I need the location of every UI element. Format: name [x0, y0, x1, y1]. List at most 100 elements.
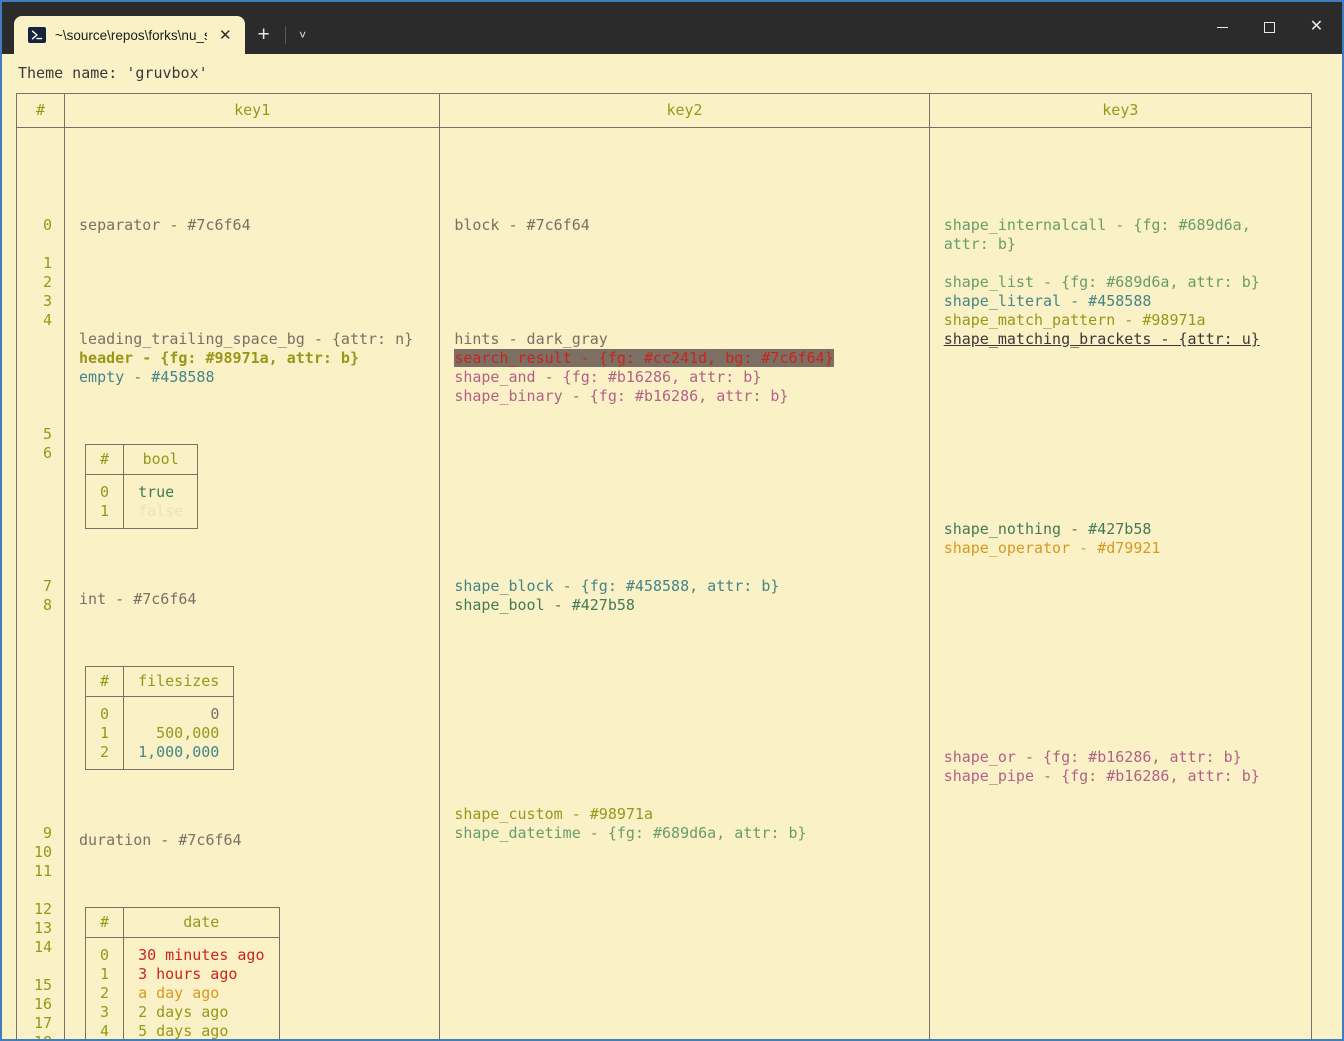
new-tab-button[interactable]: + [245, 16, 283, 54]
subtable-value: 0 [123, 704, 234, 724]
subtable-row: 1 false [86, 501, 198, 521]
row-number-gap [17, 235, 52, 254]
subtable-value: true [123, 482, 198, 502]
theme-entry-line: shape_block - {fg: #458588, attr: b} [454, 577, 780, 595]
subtable-value: a day ago [123, 983, 279, 1003]
subtable-index: 4 [100, 1021, 110, 1040]
row-number: 4 [43, 311, 53, 329]
subtable-index: 0 [100, 482, 110, 501]
window-controls: ✕ [1199, 4, 1340, 50]
subtable-pad [86, 520, 198, 529]
theme-table: # key1 key2 key3 0 1 2 3 4 5 6 7 8 9 10 11 12 13 14 15 1… [16, 93, 1312, 1040]
subtable-row: 0 30 minutes ago [86, 945, 279, 965]
subtable-row: 3 2 days ago [86, 1002, 279, 1022]
subtable-row: 2 1,000,000 [86, 742, 234, 762]
date-subtable: # date 0 30 minutes ago 1 3 hours ago 2 a day… [85, 907, 280, 1040]
theme-entry-line: shape_bool - #427b58 [454, 596, 635, 614]
powershell-icon [28, 27, 46, 43]
cell-key2: block - #7c6f64 hints - dark_gray search_… [439, 127, 930, 1039]
theme-entry-line: shape_or - {fg: #b16286, attr: b} [943, 748, 1242, 766]
column-header-index: # [36, 101, 46, 119]
row-number: 0 [43, 216, 53, 234]
theme-entry-line: shape_pipe - {fg: #b16286, attr: b} [943, 767, 1260, 785]
column-header-key1: key1 [64, 93, 440, 128]
row-number: 11 [33, 862, 53, 880]
subtable-value: false [123, 501, 198, 521]
theme-entry-line: shape_custom - #98971a [454, 805, 653, 823]
subtable-pad [86, 937, 279, 946]
row-number: 6 [43, 444, 53, 462]
subtable-row: 0 0 [86, 704, 234, 724]
theme-entry-line: shape_nothing - #427b58 [943, 520, 1152, 538]
row-number: 1 [43, 254, 53, 272]
theme-entry-line: shape_matching_brackets - {attr: u} [943, 330, 1260, 348]
bool-subtable: # bool 0 true 1 false [85, 444, 199, 529]
subtable-header-row: # filesizes [85, 666, 234, 697]
minimize-button[interactable] [1199, 4, 1246, 50]
row-number-gap [17, 615, 52, 824]
table-body-row: 0123456789101112131415161718 separator -… [16, 127, 1312, 1040]
title-bar: ~\source\repos\forks\nu_scrip ✕ + ˅ ✕ [0, 0, 1344, 54]
subtable-index: 2 [100, 983, 110, 1002]
theme-entry-line: leading_trailing_space_bg - {attr: n} [79, 330, 414, 348]
subtable-pad [86, 474, 198, 483]
subtable-row: 1 500,000 [86, 723, 234, 743]
maximize-icon [1264, 21, 1275, 33]
close-window-button[interactable]: ✕ [1293, 4, 1340, 50]
row-number-column: 0123456789101112131415161718 [16, 127, 65, 1039]
close-tab-icon[interactable]: ✕ [216, 28, 235, 43]
close-icon: ✕ [1309, 18, 1324, 35]
subtable-header-filesizes: filesizes [123, 666, 234, 697]
row-number-gap [17, 330, 52, 425]
theme-entry-line: hints - dark_gray [454, 330, 608, 348]
theme-entry-line: shape_list - {fg: #689d6a, attr: b} [943, 273, 1260, 291]
subtable-index: 0 [100, 704, 110, 723]
subtable-header-row: # date [85, 907, 279, 938]
subtable-index: 3 [100, 1002, 110, 1021]
column-header-key2: key2 [439, 93, 930, 128]
theme-name-line: Theme name: 'gruvbox' [18, 64, 208, 82]
tab-active[interactable]: ~\source\repos\forks\nu_scrip ✕ [14, 16, 245, 54]
row-number: 8 [43, 596, 53, 614]
subtable-header-date: date [123, 907, 279, 938]
subtable-header-index: # [85, 666, 124, 697]
subtable-value: 30 minutes ago [123, 945, 279, 965]
subtable-value: 3 hours ago [123, 964, 279, 984]
theme-entry-line: int - #7c6f64 [79, 590, 197, 608]
subtable-pad [86, 696, 234, 705]
subtable-row: 2 a day ago [86, 983, 279, 1003]
subtable-header-row: # bool [85, 444, 198, 475]
theme-entry-line: shape_literal - #458588 [943, 292, 1152, 310]
maximize-button[interactable] [1246, 4, 1293, 50]
chevron-down-icon[interactable]: ˅ [288, 16, 318, 54]
filesizes-subtable: # filesizes 0 0 1 500,000 2 1,000,000 [85, 666, 235, 770]
theme-entry-line: duration - #7c6f64 [79, 831, 242, 849]
row-number: 13 [33, 919, 53, 937]
row-number: 15 [33, 976, 53, 994]
terminal-window: ~\source\repos\forks\nu_scrip ✕ + ˅ ✕ Th… [0, 0, 1344, 1041]
subtable-value: 500,000 [123, 723, 234, 743]
terminal-viewport[interactable]: Theme name: 'gruvbox' # key1 key2 key3 0… [0, 54, 1344, 1041]
subtable-row: 4 5 days ago [86, 1021, 279, 1040]
cell-key1: separator - #7c6f64 leading_trailing_spa… [64, 127, 440, 1040]
subtable-index: 0 [100, 945, 110, 964]
row-number: 7 [43, 577, 53, 595]
subtable-index: 1 [100, 723, 110, 742]
row-number: 3 [43, 292, 53, 310]
row-number: 16 [33, 995, 53, 1013]
theme-entry-line: shape_match_pattern - #98971a [943, 311, 1206, 329]
highlighted-entry: search_result - {fg: #cc241d, bg: #7c6f6… [454, 349, 834, 367]
row-number: 14 [33, 938, 53, 956]
subtable-value: 1,000,000 [123, 742, 234, 762]
subtable-index: 2 [100, 742, 110, 761]
theme-entry-line: separator - #7c6f64 [79, 216, 251, 234]
theme-entry-line: block - #7c6f64 [454, 216, 590, 234]
row-number: 10 [33, 843, 53, 861]
subtable-index: 1 [100, 964, 110, 983]
column-header-key3: key3 [928, 93, 1312, 128]
tab-title: ~\source\repos\forks\nu_scrip [55, 27, 207, 43]
tab-strip: ~\source\repos\forks\nu_scrip ✕ + ˅ [2, 2, 318, 54]
theme-entry-line: shape_datetime - {fg: #689d6a, attr: b} [454, 824, 807, 842]
tab-separator [284, 26, 286, 44]
subtable-value: 5 days ago [123, 1021, 279, 1039]
